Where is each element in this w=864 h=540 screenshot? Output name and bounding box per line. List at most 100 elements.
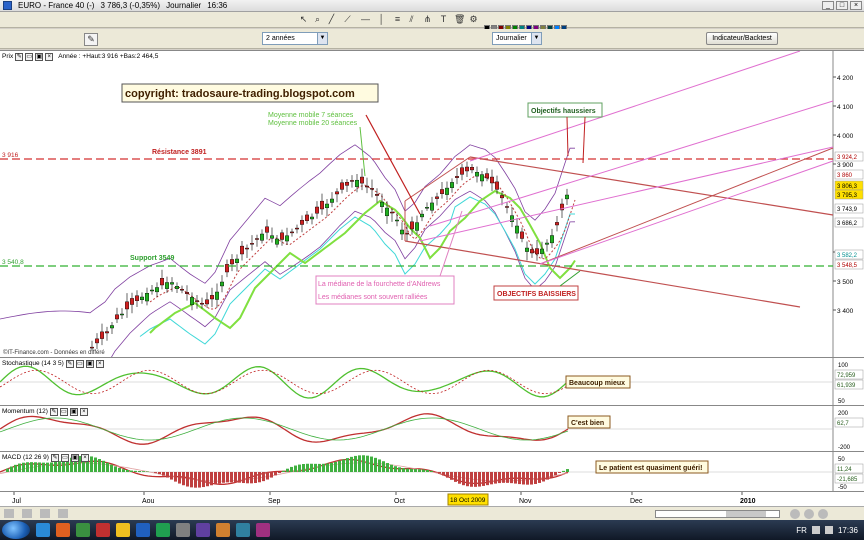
folder-icon[interactable] (116, 523, 130, 537)
close-icon[interactable]: × (95, 359, 104, 368)
window-time: 16:36 (207, 1, 228, 10)
axis-tick-label: 4 000 (837, 133, 854, 140)
vline-tool-icon[interactable]: │ (376, 14, 387, 25)
close-button[interactable]: × (850, 1, 862, 10)
app-icon[interactable] (176, 523, 190, 537)
close-icon[interactable]: × (79, 407, 88, 416)
collapse-icon[interactable]: ▭ (75, 359, 84, 368)
collapse-icon[interactable]: ▭ (59, 407, 68, 416)
macd-histogram-bar (330, 462, 333, 472)
candle-body (149, 289, 154, 292)
candle-body (490, 176, 495, 184)
macd-histogram-bar (286, 468, 289, 472)
scrollbar-thumb[interactable] (726, 511, 766, 517)
price-tag-label: 3 548,5 (837, 263, 858, 269)
nav-last-icon[interactable] (58, 509, 68, 518)
candle-body (179, 289, 184, 291)
macd-histogram-bar (438, 472, 441, 474)
price-tag-label: 3 860 (837, 173, 853, 179)
pointer-icon[interactable]: ↖ (298, 14, 309, 25)
collapse-icon[interactable]: ▭ (25, 52, 34, 61)
period-select[interactable]: Journalier ▼ (492, 32, 542, 45)
ray-tool-icon[interactable]: ⟋ (342, 14, 353, 25)
channel-tool-icon[interactable]: ⫽ (406, 14, 417, 25)
value-tag-label: -21,685 (837, 477, 858, 483)
zoom-out-icon[interactable] (790, 509, 800, 519)
network-icon[interactable] (811, 526, 820, 534)
close-icon[interactable]: × (80, 453, 89, 462)
wrench-icon[interactable]: ✎ (49, 407, 58, 416)
macd-histogram-bar (562, 470, 565, 472)
macd-histogram-bar (402, 468, 405, 472)
candle-body (555, 222, 560, 226)
indicator-backtest-button[interactable]: Indicateur/Backtest (706, 32, 778, 45)
candle-body (375, 193, 380, 196)
candle-body (104, 331, 109, 334)
macd-histogram-bar (94, 457, 97, 472)
app-icon[interactable] (256, 523, 270, 537)
clock[interactable]: 17:36 (838, 526, 858, 535)
app-icon[interactable] (236, 523, 250, 537)
trash-icon[interactable]: 🗑 (454, 14, 465, 25)
range-select[interactable]: 2 années ▼ (262, 32, 328, 45)
macd-histogram-bar (550, 472, 553, 478)
annotation-targets-up: Objectifs haussiers (531, 108, 596, 115)
start-button[interactable] (2, 521, 30, 539)
macd-histogram-bar (254, 472, 257, 484)
text-tool-icon[interactable]: T (438, 14, 449, 25)
macd-histogram-bar (326, 463, 329, 472)
crosshair-icon[interactable]: ✎ (84, 33, 98, 46)
app-icon[interactable] (76, 523, 90, 537)
price-pane-header: Prix ✎ ▭ ▣ × Année : +Haut:3 916 +Bas:2 … (0, 51, 158, 62)
collapse-icon[interactable]: ▭ (60, 453, 69, 462)
annotation-ma20: Moyenne mobile 20 séances (268, 120, 358, 127)
app-icon[interactable] (196, 523, 210, 537)
zoom-icon[interactable]: ⌕ (312, 14, 323, 25)
volume-icon[interactable] (824, 526, 833, 534)
nav-next-icon[interactable] (40, 509, 50, 518)
nav-prev-icon[interactable] (22, 509, 32, 518)
wrench-icon[interactable]: ✎ (15, 52, 24, 61)
close-icon[interactable]: × (45, 52, 54, 61)
macd-histogram-bar (406, 468, 409, 472)
candle-body (209, 295, 214, 300)
macd-histogram-bar (162, 472, 165, 476)
maximize-button[interactable]: □ (836, 1, 848, 10)
restore-icon[interactable]: ▣ (85, 359, 94, 368)
drawing-toolbar: ↖ ⌕ ╱ ⟋ — │ ≡ ⫽ ⋔ T 🗑 ⚙ (0, 12, 864, 38)
horizontal-scrollbar[interactable] (655, 510, 780, 518)
candle-body (194, 300, 199, 302)
app-icon (3, 1, 12, 10)
zoom-fit-icon[interactable] (818, 509, 828, 519)
restore-icon[interactable]: ▣ (70, 453, 79, 462)
wrench-icon[interactable]: ✎ (50, 453, 59, 462)
fork-tool-icon[interactable]: ⋔ (422, 14, 433, 25)
app-icon[interactable] (216, 523, 230, 537)
wrench-icon[interactable]: ✎ (65, 359, 74, 368)
app-icon[interactable] (96, 523, 110, 537)
fibonacci-icon[interactable]: ≡ (392, 14, 403, 25)
restore-icon[interactable]: ▣ (35, 52, 44, 61)
window-titlebar: EURO - France 40 (-) 3 786,3 (-0,35%) Jo… (0, 0, 864, 12)
restore-icon[interactable]: ▣ (69, 407, 78, 416)
macd-histogram-bar (146, 471, 149, 472)
firefox-icon[interactable] (56, 523, 70, 537)
axis-tick-label: 4 100 (837, 104, 854, 111)
macd-histogram-bar (6, 468, 9, 472)
zoom-in-icon[interactable] (804, 509, 814, 519)
candle-body (139, 296, 144, 300)
macd-histogram-bar (302, 463, 305, 472)
line-tool-icon[interactable]: ╱ (326, 14, 337, 25)
word-icon[interactable] (136, 523, 150, 537)
hline-tool-icon[interactable]: — (360, 14, 371, 25)
macd-histogram-bar (310, 463, 313, 472)
minimize-button[interactable]: _ (822, 1, 834, 10)
price-info: Année : +Haut:3 916 +Bas:2 464,5 (58, 53, 159, 60)
excel-icon[interactable] (156, 523, 170, 537)
candle-body (144, 293, 149, 302)
properties-icon[interactable]: ⚙ (468, 14, 479, 25)
nav-first-icon[interactable] (4, 509, 14, 518)
language-indicator[interactable]: FR (796, 526, 807, 535)
candle-body (335, 191, 340, 195)
explorer-icon[interactable] (36, 523, 50, 537)
